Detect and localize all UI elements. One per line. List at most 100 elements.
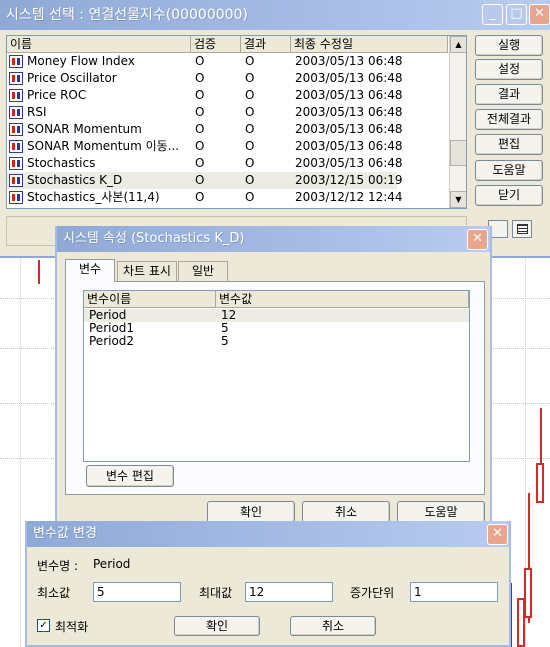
step-value-field[interactable]: 1	[410, 582, 498, 602]
system-icon	[9, 140, 23, 153]
chart-candle	[517, 598, 525, 647]
column-header-var-name[interactable]: 변수이름	[84, 291, 216, 308]
tab-panel: 변수이름 변수값 Period 12 Period1 5 Period2 5 변…	[65, 281, 485, 495]
row-verify: O	[195, 173, 205, 187]
close-icon[interactable]: ✕	[529, 4, 550, 25]
list-item[interactable]: RSI O O 2003/05/13 06:48	[7, 104, 403, 121]
system-list: 이름 검증 결과 최종 수정일 Money Flow Index O O 200…	[6, 35, 467, 209]
column-header-result[interactable]: 결과	[241, 36, 291, 53]
optimize-label: 최적화	[55, 620, 89, 634]
row-modified: 2003/12/15 00:19	[295, 173, 403, 187]
column-header-name[interactable]: 이름	[7, 36, 191, 53]
window-title: 시스템 선택 : 연결선물지수(00000000)	[0, 0, 550, 30]
var-value: 5	[221, 334, 229, 348]
list-item[interactable]: Stochastics_사본(11,4) O O 2003/12/12 12:4…	[7, 189, 403, 206]
row-result: O	[245, 54, 255, 68]
system-icon	[9, 157, 23, 170]
row-modified: 2003/05/13 06:48	[295, 54, 403, 68]
row-verify: O	[195, 54, 205, 68]
detail-view-icon[interactable]	[512, 220, 532, 238]
row-modified: 2003/05/13 06:48	[295, 139, 403, 153]
row-verify: O	[195, 139, 205, 153]
row-name: SONAR Momentum	[27, 122, 142, 136]
ok-button[interactable]: 확인	[207, 501, 295, 523]
tab-general[interactable]: 일반	[178, 261, 228, 281]
scroll-up-icon[interactable]: ▲	[450, 36, 466, 53]
list-scrollbar[interactable]: ▲ ▼	[449, 36, 466, 208]
list-item[interactable]: SONAR Momentum 이동... O O 2003/05/13 06:4…	[7, 138, 403, 155]
system-icon	[9, 89, 23, 102]
scroll-thumb[interactable]	[450, 140, 466, 166]
row-result: O	[245, 139, 255, 153]
variable-name-label: 변수명 :	[37, 559, 78, 573]
settings-button[interactable]: 설정	[475, 59, 543, 80]
max-value-field[interactable]: 12	[245, 582, 333, 602]
row-modified: 2003/05/13 06:48	[295, 105, 403, 119]
close-icon[interactable]: ✕	[487, 524, 508, 545]
list-item[interactable]: Stochastics O O 2003/05/13 06:48	[7, 155, 403, 172]
system-icon	[9, 72, 23, 85]
edit-variable-button[interactable]: 변수 편집	[86, 465, 174, 487]
variable-value-dialog: 변수값 변경 ✕ 변수명 : Period 최소값 5 최대값 12 증가단위 …	[25, 521, 511, 647]
all-results-button[interactable]: 전체결과	[475, 109, 543, 130]
min-label: 최소값	[37, 586, 71, 600]
minimize-icon[interactable]: _	[482, 4, 503, 25]
tab-chart-display[interactable]: 차트 표시	[117, 261, 177, 281]
row-name: Money Flow Index	[27, 54, 135, 68]
row-result: O	[245, 190, 255, 204]
row-verify: O	[195, 122, 205, 136]
chart-candle	[524, 568, 532, 618]
system-icon	[9, 55, 23, 68]
row-modified: 2003/05/13 06:48	[295, 71, 403, 85]
row-result: O	[245, 105, 255, 119]
cancel-button[interactable]: 취소	[290, 616, 376, 636]
column-header-modified[interactable]: 최종 수정일	[291, 36, 448, 53]
list-item[interactable]: Price Oscillator O O 2003/05/13 06:48	[7, 70, 403, 87]
row-verify: O	[195, 71, 205, 85]
close-button[interactable]: 닫기	[475, 185, 543, 206]
ok-button[interactable]: 확인	[174, 616, 260, 636]
min-value-field[interactable]: 5	[93, 582, 181, 602]
scroll-down-icon[interactable]: ▼	[450, 191, 466, 208]
variable-list: 변수이름 변수값 Period 12 Period1 5 Period2 5	[83, 290, 470, 462]
maximize-icon[interactable]: □	[506, 4, 527, 25]
row-name: Stochastics K_D	[27, 173, 123, 187]
close-icon[interactable]: ✕	[467, 229, 488, 250]
row-modified: 2003/05/13 06:48	[295, 88, 403, 102]
variable-row[interactable]: Period1 5	[84, 322, 469, 335]
row-result: O	[245, 71, 255, 85]
row-verify: O	[195, 105, 205, 119]
row-result: O	[245, 173, 255, 187]
tab-variables[interactable]: 변수	[65, 259, 115, 282]
max-label: 최대값	[199, 586, 233, 600]
dialog-title: 변수값 변경	[27, 521, 509, 547]
row-modified: 2003/05/13 06:48	[295, 156, 403, 170]
chart-candle	[38, 260, 40, 284]
column-header-var-value[interactable]: 변수값	[216, 291, 469, 308]
result-button[interactable]: 결과	[475, 84, 543, 105]
list-item[interactable]: Price ROC O O 2003/05/13 06:48	[7, 87, 403, 104]
step-label: 증가단위	[350, 586, 395, 600]
help-button[interactable]: 도움말	[397, 501, 485, 523]
var-name: Period2	[89, 334, 135, 348]
cancel-button[interactable]: 취소	[302, 501, 390, 523]
row-verify: O	[195, 156, 205, 170]
list-item-selected[interactable]: Stochastics K_D O O 2003/12/15 00:19	[7, 172, 403, 189]
edit-button[interactable]: 편집	[475, 134, 543, 155]
system-properties-dialog: 시스템 속성 (Stochastics K_D) ✕ 변수 차트 표시 일반 변…	[55, 226, 492, 526]
variable-row-selected[interactable]: Period 12	[84, 309, 469, 322]
column-header-verify[interactable]: 검증	[191, 36, 241, 53]
list-item[interactable]: Money Flow Index O O 2003/05/13 06:48	[7, 53, 403, 70]
dialog-title: 시스템 속성 (Stochastics K_D)	[57, 226, 490, 252]
row-modified: 2003/05/13 06:48	[295, 122, 403, 136]
list-item[interactable]: SONAR Momentum O O 2003/05/13 06:48	[7, 121, 403, 138]
system-icon	[9, 123, 23, 136]
row-result: O	[245, 122, 255, 136]
optimize-checkbox[interactable]: ✓	[37, 619, 50, 632]
row-verify: O	[195, 190, 205, 204]
help-button[interactable]: 도움말	[475, 160, 543, 181]
grid-line	[20, 258, 21, 647]
variable-row[interactable]: Period2 5	[84, 335, 469, 348]
run-button[interactable]: 실행	[475, 35, 543, 56]
row-name: Stochastics	[27, 156, 96, 170]
